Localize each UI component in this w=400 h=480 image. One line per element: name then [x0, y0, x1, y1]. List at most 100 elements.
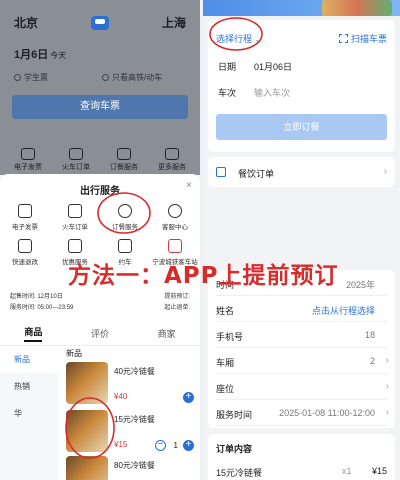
product-item[interactable]: 15元冷链餐 ¥15 — [66, 410, 198, 458]
quick-item-label: 更多服务 — [158, 164, 186, 171]
content-item-name: 15元冷链餐 — [216, 468, 263, 478]
row-label: 座位 — [216, 384, 235, 394]
scan-label: 扫描车票 — [350, 34, 387, 44]
service-catering[interactable]: 订餐服务 — [100, 204, 150, 231]
select-trip-label: 选择行程 — [216, 34, 253, 44]
train-swap-icon[interactable] — [91, 15, 109, 30]
more-icon — [165, 148, 179, 160]
close-icon[interactable]: × — [186, 180, 192, 191]
product-name: 15元冷链餐 — [114, 415, 155, 424]
train-icon — [68, 204, 82, 218]
to-city[interactable]: 上海 — [162, 14, 186, 31]
sheet-title: 出行服务 — [80, 186, 120, 197]
product-item[interactable]: 80元冷链餐 — [66, 456, 198, 480]
scan-icon — [338, 34, 348, 43]
phone-row[interactable]: 手机号 18 — [216, 322, 387, 348]
date-value[interactable]: 01月06日 — [254, 60, 292, 73]
shop-tabs: 商品 评价 商家 — [0, 322, 200, 346]
trip-card: 选择行程 ⌄ 扫描车票 日期 01月06日 车次 输入车次 立即订餐 — [208, 20, 395, 152]
order-now-button[interactable]: 立即订餐 — [216, 114, 387, 140]
tab-products[interactable]: 商品 — [24, 325, 43, 342]
row-label: 姓名 — [216, 306, 235, 316]
select-trip-dropdown[interactable]: 选择行程 ⌄ — [216, 32, 262, 45]
seat-row[interactable]: 座位 › — [216, 374, 389, 400]
service-train-orders[interactable]: 火车订单 — [50, 204, 100, 231]
order-content: 订单内容 15元冷链餐 x1 ¥15 — [208, 434, 395, 480]
radio-icon — [14, 74, 21, 81]
banner-text — [203, 9, 209, 15]
scan-ticket-button[interactable]: 扫描车票 — [338, 32, 387, 45]
date-text: 1月6日 — [14, 49, 49, 61]
product-item[interactable]: 40元冷链餐 ¥40 — [66, 362, 198, 410]
travel-services-sheet: 出行服务 × 电子发票 火车订单 订餐服务 客服中心 快速退改 优惠服务 约车 … — [0, 174, 200, 322]
quick-item-label: 电子发票 — [14, 164, 42, 171]
left-screenshot: 北京 上海 1月6日 今天 学生票 只看高铁/动车 查询车票 电子发票 火车订单 … — [0, 0, 200, 480]
row-label: 车厢 — [216, 358, 235, 368]
product-price: ¥40 — [114, 392, 128, 401]
right-screenshot: 选择行程 ⌄ 扫描车票 日期 01月06日 车次 输入车次 立即订餐 餐饮订单 … — [203, 0, 400, 480]
train-number-input[interactable]: 输入车次 — [254, 86, 290, 99]
service-info: 起售时间: 12月10日 服务时间: 05:00—23:59 提前预订: 起止退… — [10, 292, 190, 314]
headset-icon — [168, 204, 182, 218]
bowl-icon — [118, 204, 132, 218]
meal-image — [66, 456, 108, 480]
select-from-trip-link[interactable]: 点击从行程选择 — [312, 304, 375, 317]
query-tickets-button[interactable]: 查询车票 — [12, 95, 188, 119]
decrease-button[interactable]: − — [155, 440, 166, 451]
section-header: 新品 — [66, 349, 82, 358]
receipt-icon — [216, 167, 226, 177]
quick-item-orders[interactable]: 火车订单 — [54, 148, 98, 172]
catering-orders-entry[interactable]: 餐饮订单 › — [208, 157, 395, 187]
service-label: 快速退改 — [12, 259, 38, 266]
order-form: 时间 2025年 姓名 点击从行程选择 手机号 18 车厢 2 › 座位 › 服务时间 202… — [208, 270, 395, 428]
row-label: 手机号 — [216, 332, 244, 342]
product-price: ¥15 — [114, 440, 128, 449]
category-hot[interactable]: 热销 — [0, 373, 58, 400]
radio-icon — [102, 74, 109, 81]
service-invoice[interactable]: 电子发票 — [0, 204, 50, 231]
category-other[interactable]: 华 — [0, 400, 58, 427]
orders-icon — [69, 148, 83, 160]
chevron-down-icon: ⌄ — [254, 34, 263, 44]
info-label: 提前预订: — [164, 294, 190, 300]
product-list: 新品 40元冷链餐 ¥40 + 15元冷链餐 ¥15 − 1 + 80元冷链餐 — [58, 346, 200, 480]
category-new[interactable]: 新品 — [0, 346, 58, 373]
from-city[interactable]: 北京 — [14, 14, 38, 31]
service-quick-refund[interactable]: 快速退改 — [0, 239, 50, 266]
add-button[interactable]: + — [183, 440, 194, 451]
meal-image — [66, 410, 108, 452]
quick-item-label: 订餐服务 — [110, 164, 138, 171]
option-label: 只看高铁/动车 — [112, 73, 163, 82]
catering-orders-label: 餐饮订单 — [238, 169, 275, 179]
quick-item-more[interactable]: 更多服务 — [150, 148, 194, 172]
service-label: 电子发票 — [12, 224, 38, 231]
quick-item-invoice[interactable]: 电子发票 — [6, 148, 50, 172]
add-button[interactable]: + — [183, 392, 194, 403]
service-label: 客服中心 — [162, 224, 188, 231]
catering-icon — [117, 148, 131, 160]
high-speed-only-option[interactable]: 只看高铁/动车 — [102, 72, 162, 83]
service-time-row[interactable]: 服务时间 2025-01-08 11:00-12:00 › — [216, 400, 389, 426]
train-label: 车次 — [218, 88, 237, 98]
travel-date[interactable]: 1月6日 今天 — [14, 46, 66, 62]
option-label: 学生票 — [24, 73, 48, 82]
car-row[interactable]: 车厢 2 › — [216, 348, 389, 374]
meal-image — [66, 362, 108, 404]
coupon-icon — [68, 239, 82, 253]
phone-field[interactable]: 18 — [365, 330, 375, 340]
info-label: 起售时间: — [10, 294, 36, 300]
quick-item-catering[interactable]: 订餐服务 — [102, 148, 146, 172]
tab-reviews[interactable]: 评价 — [91, 327, 109, 340]
name-row[interactable]: 姓名 点击从行程选择 — [216, 296, 387, 322]
tab-merchant[interactable]: 商家 — [158, 327, 176, 340]
invoice-icon — [18, 204, 32, 218]
service-time-value: 2025-01-08 11:00-12:00 — [279, 408, 375, 418]
product-name: 80元冷链餐 — [114, 461, 155, 470]
quick-services-row: 电子发票 火车订单 订餐服务 更多服务 — [6, 148, 194, 172]
quick-item-label: 火车订单 — [62, 164, 90, 171]
station-logo-icon — [168, 239, 182, 253]
service-customer-center[interactable]: 客服中心 — [150, 204, 200, 231]
quantity-value: 1 — [173, 441, 178, 450]
student-ticket-option[interactable]: 学生票 — [14, 72, 48, 83]
refund-icon — [18, 239, 32, 253]
